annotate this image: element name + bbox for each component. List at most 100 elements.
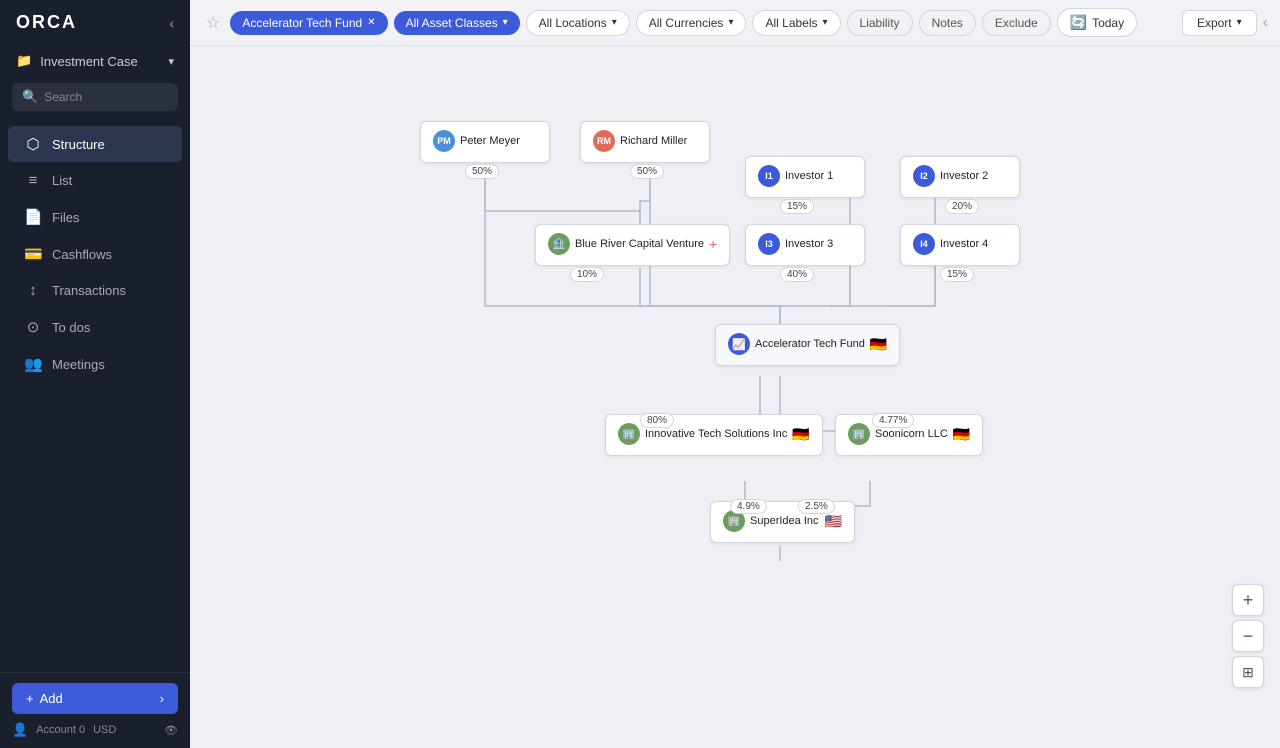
liability-label: Liability xyxy=(860,16,900,30)
soonicorn-label: Soonicorn LLC xyxy=(875,428,948,440)
chevron-down-icon: ▾ xyxy=(1237,17,1242,28)
filter-locations-label: All Locations xyxy=(539,16,607,30)
sidebar-item-label: Structure xyxy=(52,137,105,152)
investment-case-menu[interactable]: 📁 Investment Case ▾ xyxy=(0,45,190,77)
filter-currencies-button[interactable]: All Currencies ▾ xyxy=(636,10,747,36)
peter-meyer-pct: 50% xyxy=(465,164,499,179)
innovative-label: Innovative Tech Solutions Inc xyxy=(645,428,787,440)
investor4-avatar: I4 xyxy=(913,233,935,255)
toolbar: ☆ Accelerator Tech Fund ✕ All Asset Clas… xyxy=(190,0,1280,46)
close-icon: ✕ xyxy=(367,17,375,28)
cashflows-icon: 💳 xyxy=(24,245,42,263)
chevron-down-icon: ▾ xyxy=(823,17,828,28)
investor4-label: Investor 4 xyxy=(940,238,988,250)
soonicorn-avatar: 🏢 xyxy=(848,423,870,445)
sidebar-item-label: Meetings xyxy=(52,357,105,372)
investor4-pct: 15% xyxy=(940,267,974,282)
connections-svg xyxy=(190,46,1280,748)
richard-miller-pct: 50% xyxy=(630,164,664,179)
sidebar-item-label: Transactions xyxy=(52,283,126,298)
soonicorn-flag: 🇩🇪 xyxy=(953,426,970,443)
export-label: Export xyxy=(1197,16,1232,30)
liability-button[interactable]: Liability xyxy=(847,10,913,36)
peter-meyer-label: Peter Meyer xyxy=(460,135,520,147)
investor1-node[interactable]: I1 Investor 1 xyxy=(745,156,865,198)
search-input[interactable] xyxy=(44,90,168,104)
today-label: Today xyxy=(1092,16,1124,30)
innovative-flag: 🇩🇪 xyxy=(792,426,809,443)
sidebar-collapse-button[interactable]: ‹ xyxy=(169,15,174,31)
list-icon: ≡ xyxy=(24,172,42,189)
filter-accelerator-button[interactable]: Accelerator Tech Fund ✕ xyxy=(230,11,387,35)
layers-button[interactable]: ⊞ xyxy=(1232,656,1264,688)
filter-asset-classes-button[interactable]: All Asset Classes ▾ xyxy=(394,11,520,35)
investor1-pct: 15% xyxy=(780,199,814,214)
layers-icon: ⊞ xyxy=(1242,664,1254,681)
sidebar-item-structure[interactable]: ⬡ Structure xyxy=(8,126,182,162)
sidebar-item-meetings[interactable]: 👥 Meetings xyxy=(8,346,182,382)
main-content: ☆ Accelerator Tech Fund ✕ All Asset Clas… xyxy=(190,0,1280,748)
sidebar-item-label: List xyxy=(52,173,72,188)
filter-locations-button[interactable]: All Locations ▾ xyxy=(526,10,630,36)
investor4-node[interactable]: I4 Investor 4 xyxy=(900,224,1020,266)
sidebar-item-label: Files xyxy=(52,210,79,225)
innovative-pct: 80% xyxy=(640,413,674,428)
investor2-label: Investor 2 xyxy=(940,170,988,182)
files-icon: 📄 xyxy=(24,208,42,226)
sidebar-item-transactions[interactable]: ↕ Transactions xyxy=(8,273,182,308)
blue-river-node[interactable]: 🏦 Blue River Capital Venture + xyxy=(535,224,730,266)
investor2-node[interactable]: I2 Investor 2 xyxy=(900,156,1020,198)
sidebar-item-list[interactable]: ≡ List xyxy=(8,163,182,198)
investment-case-icon: 📁 xyxy=(16,53,32,69)
investor3-label: Investor 3 xyxy=(785,238,833,250)
superidea-flag: 🇺🇸 xyxy=(825,513,842,530)
transactions-icon: ↕ xyxy=(24,282,42,299)
blue-river-label: Blue River Capital Venture xyxy=(575,238,704,250)
chevron-down-icon: ▾ xyxy=(168,55,174,68)
investor2-avatar: I2 xyxy=(913,165,935,187)
export-button[interactable]: Export ▾ xyxy=(1182,10,1257,36)
filter-currencies-label: All Currencies xyxy=(649,16,724,30)
sidebar-item-cashflows[interactable]: 💳 Cashflows xyxy=(8,236,182,272)
accelerator-flag: 🇩🇪 xyxy=(870,336,887,353)
sidebar-item-todos[interactable]: ⊙ To dos xyxy=(8,309,182,345)
innovative-avatar: 🏢 xyxy=(618,423,640,445)
zoom-controls: + − ⊞ xyxy=(1232,584,1264,688)
notes-button[interactable]: Notes xyxy=(919,10,976,36)
currency-label: USD xyxy=(93,724,116,736)
sidebar: ORCA ‹ 📁 Investment Case ▾ 🔍 ⬡ Structure… xyxy=(0,0,190,748)
zoom-out-button[interactable]: − xyxy=(1232,620,1264,652)
accelerator-fund-node[interactable]: 📈 Accelerator Tech Fund 🇩🇪 xyxy=(715,324,900,366)
today-button[interactable]: 🔄 Today xyxy=(1057,8,1137,37)
filter-accelerator-label: Accelerator Tech Fund xyxy=(242,16,362,30)
superidea-label: SuperIdea Inc xyxy=(750,515,819,527)
collapse-right-button[interactable]: ‹ xyxy=(1263,14,1268,32)
star-button[interactable]: ☆ xyxy=(202,13,224,33)
investor1-avatar: I1 xyxy=(758,165,780,187)
zoom-in-button[interactable]: + xyxy=(1232,584,1264,616)
exclude-button[interactable]: Exclude xyxy=(982,10,1051,36)
blue-river-avatar: 🏦 xyxy=(548,233,570,255)
superidea-pct1: 4.9% xyxy=(730,499,767,514)
sidebar-logo-area: ORCA ‹ xyxy=(0,0,190,45)
richard-miller-node[interactable]: RM Richard Miller xyxy=(580,121,710,163)
account-icon: 👤 xyxy=(12,722,28,738)
sidebar-item-label: Cashflows xyxy=(52,247,112,262)
investor3-pct: 40% xyxy=(780,267,814,282)
chevron-down-icon: ▾ xyxy=(612,17,617,28)
structure-icon: ⬡ xyxy=(24,135,42,153)
sidebar-nav: ⬡ Structure ≡ List 📄 Files 💳 Cashflows ↕… xyxy=(0,117,190,672)
accelerator-avatar: 📈 xyxy=(728,333,750,355)
soonicorn-pct: 4.77% xyxy=(872,413,914,428)
filter-labels-label: All Labels xyxy=(765,16,817,30)
investor3-node[interactable]: I3 Investor 3 xyxy=(745,224,865,266)
filter-labels-button[interactable]: All Labels ▾ xyxy=(752,10,840,36)
innovative-node[interactable]: 🏢 Innovative Tech Solutions Inc 🇩🇪 xyxy=(605,414,823,456)
search-icon: 🔍 xyxy=(22,89,38,105)
add-label: Add xyxy=(40,691,63,706)
investor1-label: Investor 1 xyxy=(785,170,833,182)
todos-icon: ⊙ xyxy=(24,318,42,336)
sidebar-item-files[interactable]: 📄 Files xyxy=(8,199,182,235)
add-button[interactable]: + Add › xyxy=(12,683,178,714)
peter-meyer-node[interactable]: PM Peter Meyer xyxy=(420,121,550,163)
